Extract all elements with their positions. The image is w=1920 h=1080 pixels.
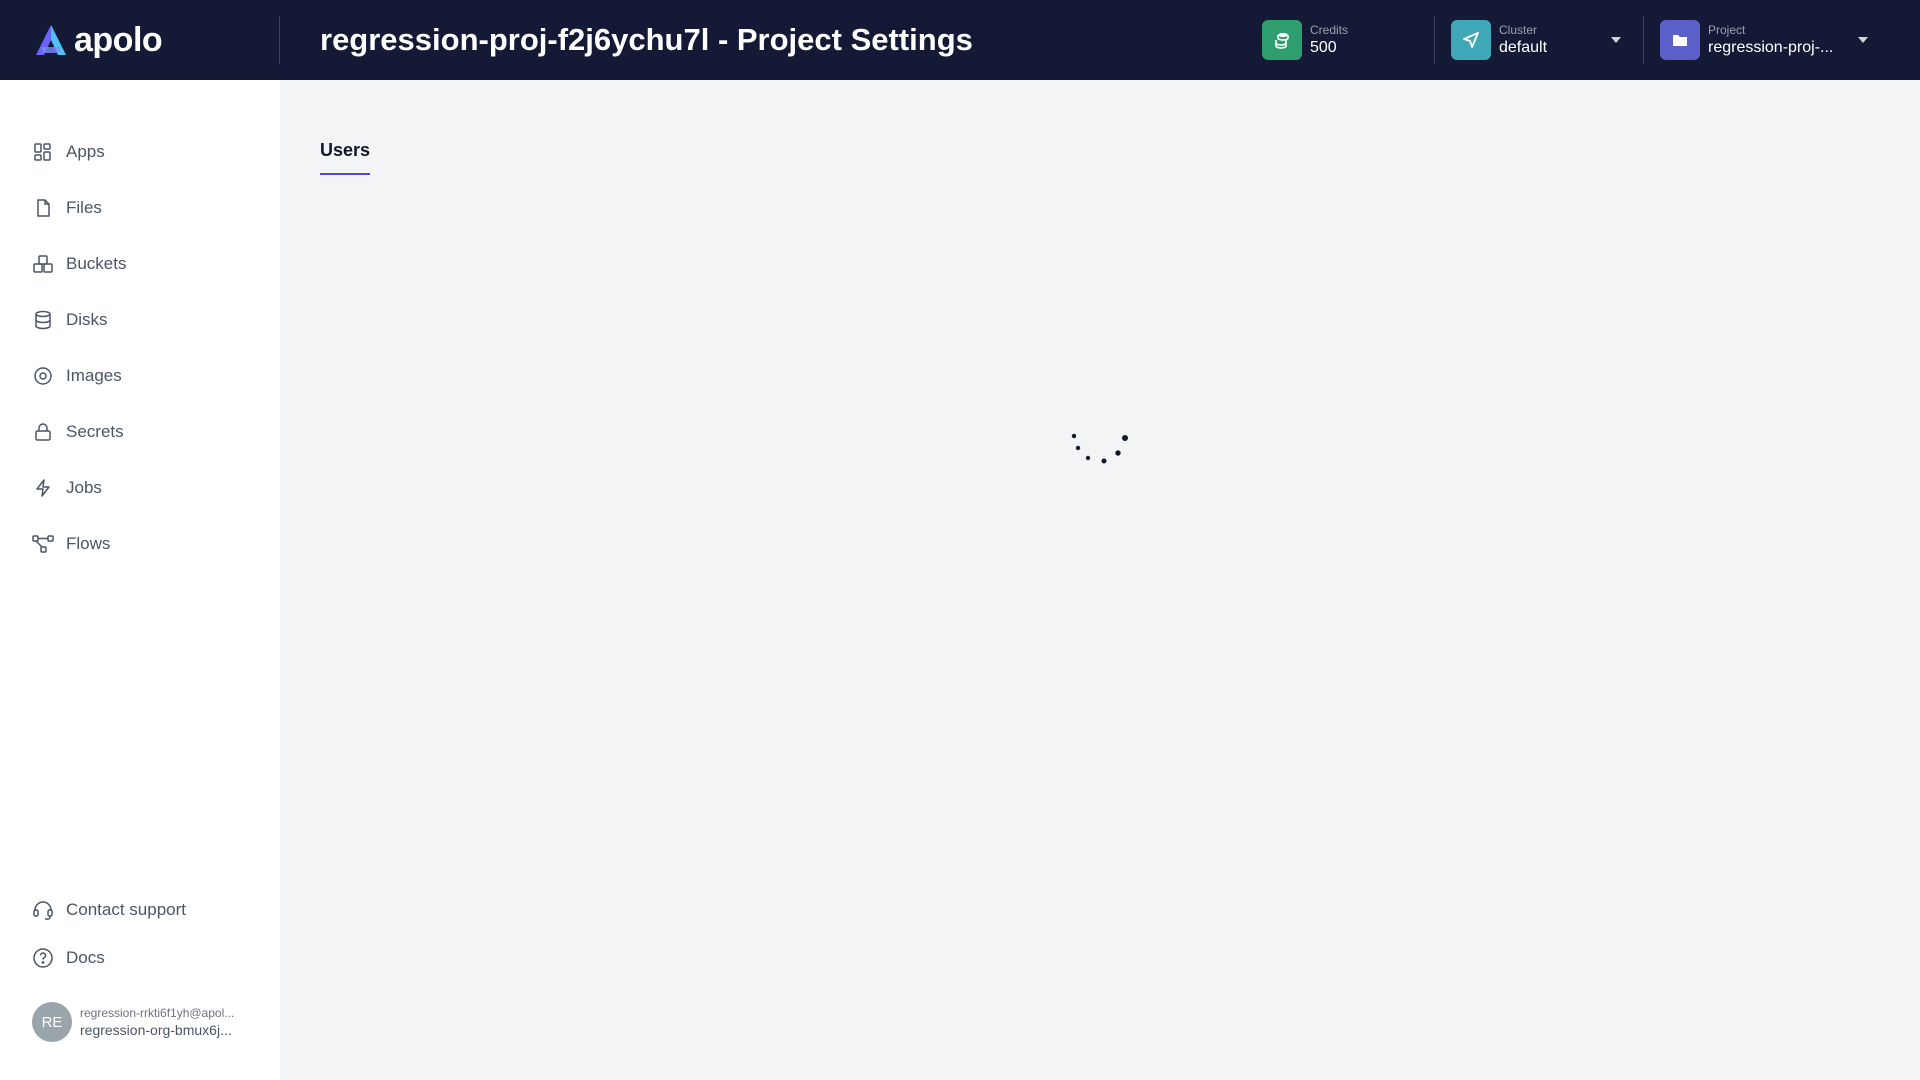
- top-header: apolo regression-proj-f2j6ychu7l - Proje…: [0, 0, 1920, 80]
- loading-spinner: [1071, 433, 1128, 464]
- sidebar-item-buckets[interactable]: Buckets: [32, 252, 126, 276]
- sidebar-item-label: Disks: [66, 310, 108, 329]
- headset-icon: [32, 899, 54, 921]
- sidebar-item-disks[interactable]: Disks: [32, 308, 108, 332]
- database-icon: [32, 309, 54, 331]
- sidebar: Apps Files Buckets Disks Images Secrets …: [0, 80, 280, 1080]
- user-email: regression-rrkti6f1yh@apol...: [80, 1006, 235, 1020]
- header-separator: [1643, 16, 1644, 64]
- project-value: regression-proj-...: [1708, 39, 1834, 56]
- sidebar-item-apps[interactable]: Apps: [32, 140, 105, 164]
- sidebar-item-label: Contact support: [66, 900, 187, 919]
- sidebar-item-images[interactable]: Images: [32, 364, 122, 388]
- sidebar-item-secrets[interactable]: Secrets: [32, 420, 124, 444]
- lightning-icon: [32, 477, 54, 499]
- file-icon: [32, 197, 54, 219]
- sidebar-item-files[interactable]: Files: [32, 196, 102, 220]
- docs-link[interactable]: Docs: [32, 946, 105, 970]
- credits-label: Credits: [1310, 23, 1349, 37]
- flow-icon: [32, 533, 54, 555]
- navigation-arrow-icon: [1451, 20, 1491, 60]
- apolo-logo-icon: [36, 25, 66, 55]
- sidebar-item-flows[interactable]: Flows: [32, 532, 110, 556]
- disc-icon: [32, 365, 54, 387]
- sidebar-item-label: Files: [66, 198, 102, 217]
- cluster-value: default: [1499, 39, 1548, 56]
- project-selector[interactable]: Project regression-proj-...: [1660, 18, 1870, 62]
- lock-icon: [32, 421, 54, 443]
- user-account[interactable]: RE regression-rrkti6f1yh@apol... regress…: [32, 1002, 234, 1042]
- cluster-label: Cluster: [1499, 23, 1538, 37]
- cluster-selector[interactable]: Cluster default: [1451, 18, 1621, 62]
- apolo-logo[interactable]: apolo: [32, 20, 163, 60]
- credits-display: Credits 500: [1262, 18, 1348, 62]
- credits-value: 500: [1310, 39, 1337, 56]
- sidebar-item-label: Secrets: [66, 422, 124, 441]
- coins-icon: [1262, 20, 1302, 60]
- tab-users[interactable]: Users: [320, 140, 371, 175]
- project-label: Project: [1708, 23, 1746, 37]
- apps-grid-icon: [32, 141, 54, 163]
- folder-icon: [1660, 20, 1700, 60]
- sidebar-item-label: Jobs: [66, 478, 102, 497]
- buckets-icon: [32, 253, 54, 275]
- header-divider: [279, 16, 280, 64]
- user-org: regression-org-bmux6j...: [80, 1022, 232, 1038]
- chevron-down-icon: [1611, 37, 1621, 43]
- sidebar-item-label: Apps: [66, 142, 105, 161]
- avatar: RE: [32, 1002, 72, 1042]
- sidebar-item-label: Flows: [66, 534, 111, 553]
- sidebar-item-jobs[interactable]: Jobs: [32, 476, 102, 500]
- contact-support-link[interactable]: Contact support: [32, 898, 186, 922]
- chevron-down-icon: [1858, 37, 1868, 43]
- sidebar-item-label: Buckets: [66, 254, 127, 273]
- page-title: regression-proj-f2j6ychu7l - Project Set…: [320, 22, 973, 57]
- header-separator: [1434, 16, 1435, 64]
- sidebar-item-label: Docs: [66, 948, 105, 967]
- sidebar-item-label: Images: [66, 366, 122, 385]
- logo-text: apolo: [74, 20, 163, 59]
- help-circle-icon: [32, 947, 54, 969]
